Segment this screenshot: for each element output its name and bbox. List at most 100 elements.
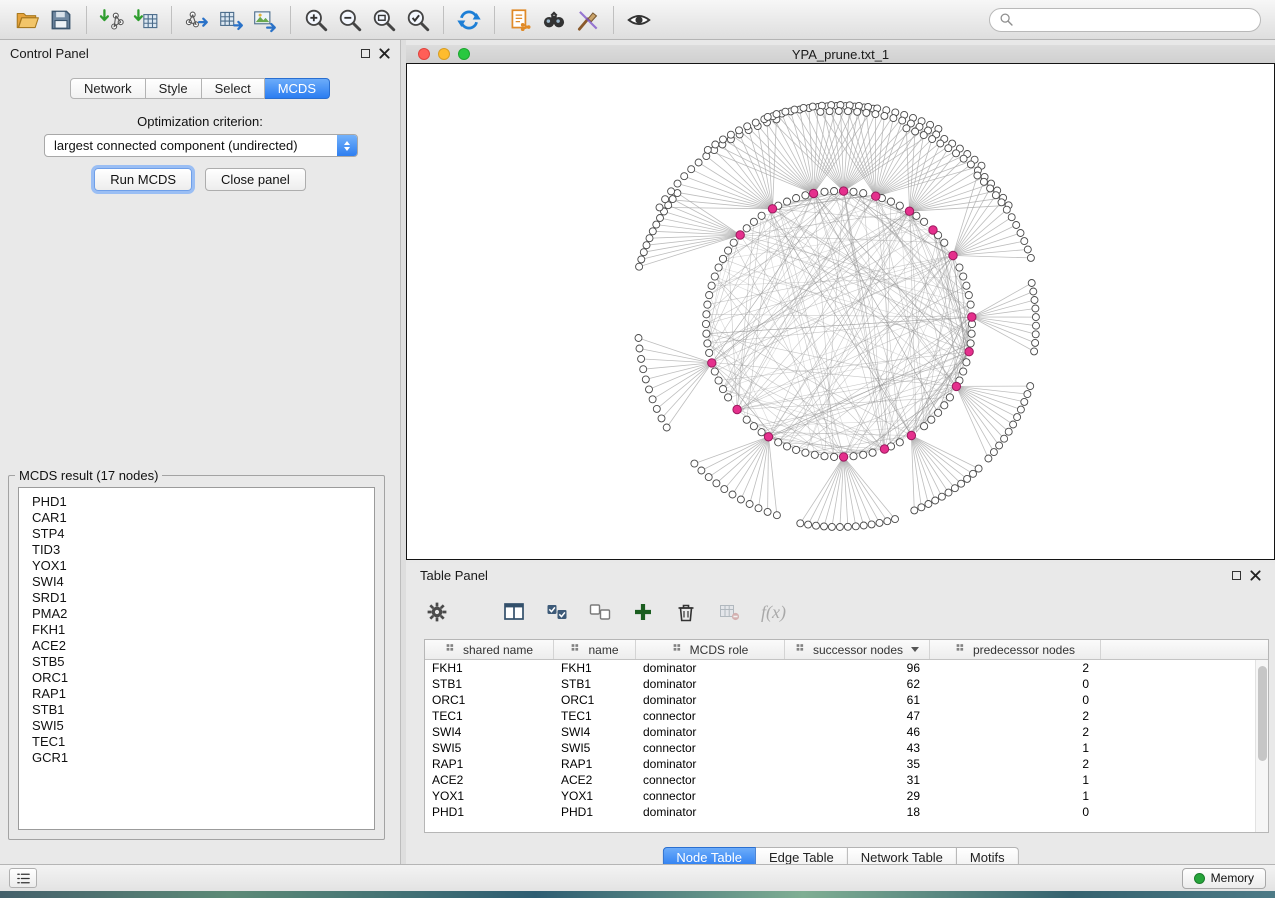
criterion-dropdown[interactable]: largest connected component (undirected): [44, 134, 358, 157]
network-canvas[interactable]: [406, 63, 1275, 560]
memory-button[interactable]: Memory: [1182, 868, 1266, 889]
apply-layout-icon[interactable]: [452, 4, 486, 36]
mcds-result-list[interactable]: PHD1CAR1STP4TID3YOX1SWI4SRD1PMA2FKH1ACE2…: [18, 487, 375, 830]
result-node[interactable]: STB5: [32, 654, 374, 670]
result-node[interactable]: STB1: [32, 702, 374, 718]
result-node[interactable]: ACE2: [32, 638, 374, 654]
search-box[interactable]: [989, 8, 1261, 32]
open-session-icon[interactable]: [10, 4, 44, 36]
export-network-icon[interactable]: [180, 4, 214, 36]
cell-name: RAP1: [554, 757, 636, 771]
tab-network[interactable]: Network: [70, 78, 146, 99]
add-row-plus-icon[interactable]: [628, 597, 658, 627]
export-image-icon[interactable]: [248, 4, 282, 36]
cell-MCDS-role: dominator: [636, 757, 785, 771]
table-row[interactable]: SWI5SWI5connector431: [425, 740, 1268, 756]
network-titlebar[interactable]: YPA_prune.txt_1: [406, 45, 1275, 63]
task-history-button[interactable]: [9, 868, 37, 888]
zoom-in-icon[interactable]: [299, 4, 333, 36]
fx-function-icon: f(x): [757, 602, 786, 623]
close-window-icon[interactable]: [418, 48, 430, 60]
style-brush-icon[interactable]: [571, 4, 605, 36]
result-node[interactable]: PHD1: [32, 494, 374, 510]
cell-successor-nodes: 46: [785, 725, 930, 739]
zoom-selection-icon[interactable]: [401, 4, 435, 36]
network-window-title: YPA_prune.txt_1: [792, 47, 889, 62]
minimize-window-icon[interactable]: [438, 48, 450, 60]
table-row[interactable]: ORC1ORC1dominator610: [425, 692, 1268, 708]
table-row[interactable]: FKH1FKH1dominator962: [425, 660, 1268, 676]
network-graph[interactable]: [407, 64, 1274, 559]
result-node[interactable]: TEC1: [32, 734, 374, 750]
search-input[interactable]: [1016, 10, 1260, 30]
table-row[interactable]: STB1STB1dominator620: [425, 676, 1268, 692]
table-scrollbar[interactable]: [1255, 660, 1268, 832]
deselect-all-checks-icon[interactable]: [585, 597, 615, 627]
delete-row-trash-icon[interactable]: [671, 597, 701, 627]
control-panel: Control Panel NetworkStyleSelectMCDS Opt…: [0, 40, 401, 864]
float-table-panel-icon[interactable]: [1232, 571, 1241, 580]
cell-shared-name: FKH1: [425, 661, 554, 675]
search-icon: [998, 11, 1016, 29]
import-table-icon[interactable]: [129, 4, 163, 36]
result-node[interactable]: FKH1: [32, 622, 374, 638]
result-node[interactable]: TID3: [32, 542, 374, 558]
column-header-name[interactable]: name: [554, 640, 636, 659]
close-panel-button[interactable]: Close panel: [205, 168, 306, 191]
maximize-window-icon[interactable]: [458, 48, 470, 60]
show-columns-icon[interactable]: [499, 597, 529, 627]
result-node[interactable]: YOX1: [32, 558, 374, 574]
table-settings-gear-icon[interactable]: [422, 597, 452, 627]
clone-network-icon[interactable]: [503, 4, 537, 36]
select-all-checks-icon[interactable]: [542, 597, 572, 627]
column-header-shared-name[interactable]: shared name: [425, 640, 554, 659]
table-row[interactable]: ACE2ACE2connector311: [425, 772, 1268, 788]
result-node[interactable]: SWI5: [32, 718, 374, 734]
close-panel-icon[interactable]: [379, 48, 390, 59]
find-icon[interactable]: [537, 4, 571, 36]
cell-shared-name: YOX1: [425, 789, 554, 803]
cell-shared-name: SWI4: [425, 725, 554, 739]
run-mcds-button[interactable]: Run MCDS: [94, 168, 192, 191]
cell-name: TEC1: [554, 709, 636, 723]
table-row[interactable]: YOX1YOX1connector291: [425, 788, 1268, 804]
zoom-fit-icon[interactable]: [367, 4, 401, 36]
table-row[interactable]: SWI4SWI4dominator462: [425, 724, 1268, 740]
tab-select[interactable]: Select: [202, 78, 265, 99]
result-node[interactable]: CAR1: [32, 510, 374, 526]
column-header-MCDS-role[interactable]: MCDS role: [636, 640, 785, 659]
cell-predecessor-nodes: 1: [930, 741, 1101, 755]
result-node[interactable]: GCR1: [32, 750, 374, 766]
table-row[interactable]: PHD1PHD1dominator180: [425, 804, 1268, 820]
column-header-successor-nodes[interactable]: successor nodes: [785, 640, 930, 659]
close-table-panel-icon[interactable]: [1250, 570, 1261, 581]
table-row[interactable]: RAP1RAP1dominator352: [425, 756, 1268, 772]
tab-style[interactable]: Style: [146, 78, 202, 99]
tab-mcds[interactable]: MCDS: [265, 78, 330, 99]
float-panel-icon[interactable]: [361, 49, 370, 58]
delete-table-icon: [714, 597, 744, 627]
criterion-dropdown-value: largest connected component (undirected): [54, 138, 298, 153]
control-panel-title: Control Panel: [10, 46, 89, 61]
result-node[interactable]: STP4: [32, 526, 374, 542]
cell-name: STB1: [554, 677, 636, 691]
cell-MCDS-role: connector: [636, 741, 785, 755]
result-node[interactable]: PMA2: [32, 606, 374, 622]
cell-shared-name: STB1: [425, 677, 554, 691]
import-network-icon[interactable]: [95, 4, 129, 36]
result-node[interactable]: SWI4: [32, 574, 374, 590]
cell-shared-name: SWI5: [425, 741, 554, 755]
column-header-predecessor-nodes[interactable]: predecessor nodes: [930, 640, 1101, 659]
export-table-icon[interactable]: [214, 4, 248, 36]
zoom-out-icon[interactable]: [333, 4, 367, 36]
result-node[interactable]: ORC1: [32, 670, 374, 686]
result-node[interactable]: RAP1: [32, 686, 374, 702]
save-session-icon[interactable]: [44, 4, 78, 36]
control-panel-tabs: NetworkStyleSelectMCDS: [0, 78, 400, 99]
cell-successor-nodes: 18: [785, 805, 930, 819]
show-hide-icon[interactable]: [622, 4, 656, 36]
dropdown-stepper-icon: [337, 135, 357, 156]
result-node[interactable]: SRD1: [32, 590, 374, 606]
scrollbar-thumb[interactable]: [1258, 666, 1267, 761]
table-row[interactable]: TEC1TEC1connector472: [425, 708, 1268, 724]
